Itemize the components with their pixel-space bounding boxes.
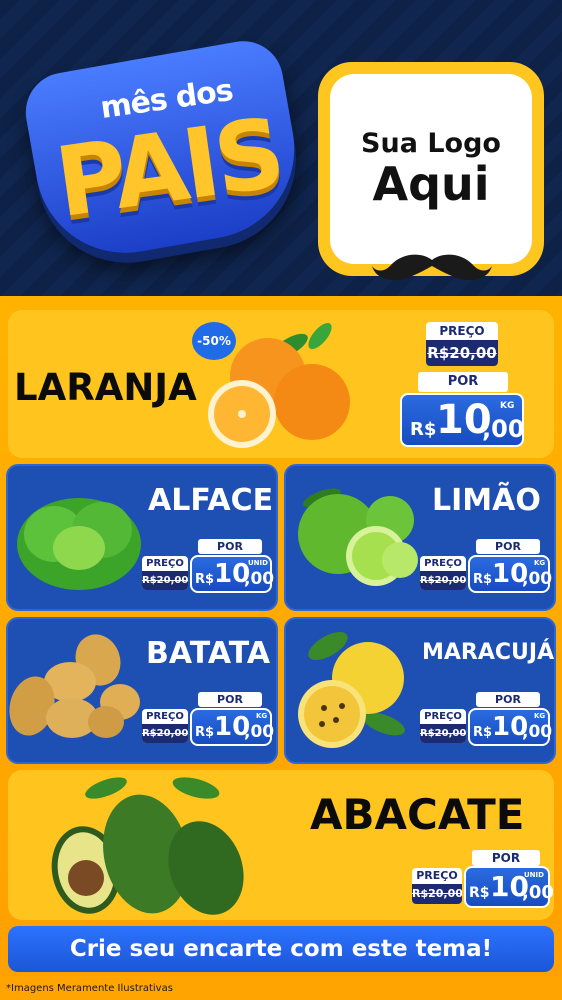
preco-box: PREÇO R$20,00 bbox=[142, 556, 188, 590]
currency: R$ bbox=[473, 725, 493, 740]
unit: KG bbox=[534, 559, 546, 567]
product-name: LIMÃO bbox=[432, 483, 541, 518]
preco-box: PREÇO R$20,00 bbox=[420, 709, 466, 743]
featured-unit: KG bbox=[500, 401, 515, 411]
por-label: POR bbox=[198, 539, 262, 554]
product-name: BATATA bbox=[146, 636, 271, 671]
currency: R$ bbox=[195, 725, 215, 740]
avocado-icon bbox=[51, 777, 244, 915]
unit: KG bbox=[256, 712, 268, 720]
logo-inner: Sua Logo Aqui bbox=[330, 74, 532, 264]
create-flyer-button[interactable]: Crie seu encarte com este tema! bbox=[8, 926, 554, 972]
currency: R$ bbox=[473, 572, 493, 587]
featured-old-price: R$20,00 bbox=[426, 340, 498, 366]
preco-box: PREÇO R$20,00 bbox=[142, 709, 188, 743]
featured-preco-box: PREÇO R$20,00 bbox=[426, 322, 498, 366]
old-price: R$20,00 bbox=[420, 724, 466, 743]
preco-label: PREÇO bbox=[146, 558, 184, 569]
unit: UNID bbox=[248, 559, 268, 567]
bottom-old-price: R$20,00 bbox=[412, 884, 462, 904]
bottom-preco-label: PREÇO bbox=[416, 869, 458, 882]
passion-fruit-icon bbox=[298, 632, 405, 748]
product-name: ALFACE bbox=[148, 483, 274, 518]
price-box: R$ 10 ,00 KG bbox=[468, 708, 553, 746]
por-label: POR bbox=[476, 692, 540, 707]
old-price: R$20,00 bbox=[142, 724, 188, 743]
price-box: R$ 10 ,00 UNID bbox=[190, 555, 275, 593]
lime-icon bbox=[298, 488, 418, 586]
price-dec: ,00 bbox=[522, 722, 553, 742]
product-name: MARACUJÁ bbox=[422, 640, 555, 665]
bottom-preco-box: PREÇO R$20,00 bbox=[412, 868, 462, 904]
lettuce-icon bbox=[17, 498, 141, 590]
logo-line-1: Sua Logo bbox=[361, 127, 501, 159]
disclaimer-text: *Imagens Meramente Ilustrativas bbox=[0, 976, 562, 1000]
logo-placeholder[interactable]: Sua Logo Aqui bbox=[318, 62, 544, 276]
preco-label: PREÇO bbox=[146, 711, 184, 722]
price-box: R$ 10 ,00 KG bbox=[190, 708, 275, 746]
unit: KG bbox=[534, 712, 546, 720]
preco-label: PREÇO bbox=[424, 711, 462, 722]
bottom-por-label: POR bbox=[472, 850, 540, 866]
header: mês dos PAIS Sua Logo Aqui bbox=[0, 0, 562, 296]
bottom-unit: UNID bbox=[524, 871, 544, 879]
featured-name: LARANJA bbox=[14, 366, 197, 409]
mustache-icon bbox=[372, 254, 492, 281]
bottom-currency: R$ bbox=[469, 885, 490, 901]
old-price: R$20,00 bbox=[420, 571, 466, 590]
featured-price-dec: ,00 bbox=[482, 415, 525, 443]
price-dec: ,00 bbox=[244, 722, 275, 742]
por-label: POR bbox=[476, 539, 540, 554]
preco-label: PREÇO bbox=[424, 558, 462, 569]
preco-box: PREÇO R$20,00 bbox=[420, 556, 466, 590]
bottom-price-dec: ,00 bbox=[522, 882, 554, 903]
featured-price-box: R$ 10 ,00 KG bbox=[400, 393, 525, 447]
old-price: R$20,00 bbox=[142, 571, 188, 590]
potato-icon bbox=[9, 634, 140, 738]
price-dec: ,00 bbox=[244, 569, 275, 589]
featured-currency: R$ bbox=[410, 419, 437, 440]
discount-badge: -50% bbox=[192, 322, 236, 360]
price-dec: ,00 bbox=[522, 569, 553, 589]
mes-dos-pais-badge: mês dos PAIS bbox=[19, 34, 309, 268]
price-box: R$ 10 ,00 KG bbox=[468, 555, 553, 593]
currency: R$ bbox=[195, 572, 215, 587]
featured-por-label: POR bbox=[418, 372, 508, 392]
logo-line-2: Aqui bbox=[372, 156, 490, 211]
featured-preco-label: PREÇO bbox=[439, 324, 485, 338]
bottom-name: ABACATE bbox=[310, 790, 525, 839]
bottom-price-box: R$ 10 ,00 UNID bbox=[464, 866, 554, 908]
por-label: POR bbox=[198, 692, 262, 707]
